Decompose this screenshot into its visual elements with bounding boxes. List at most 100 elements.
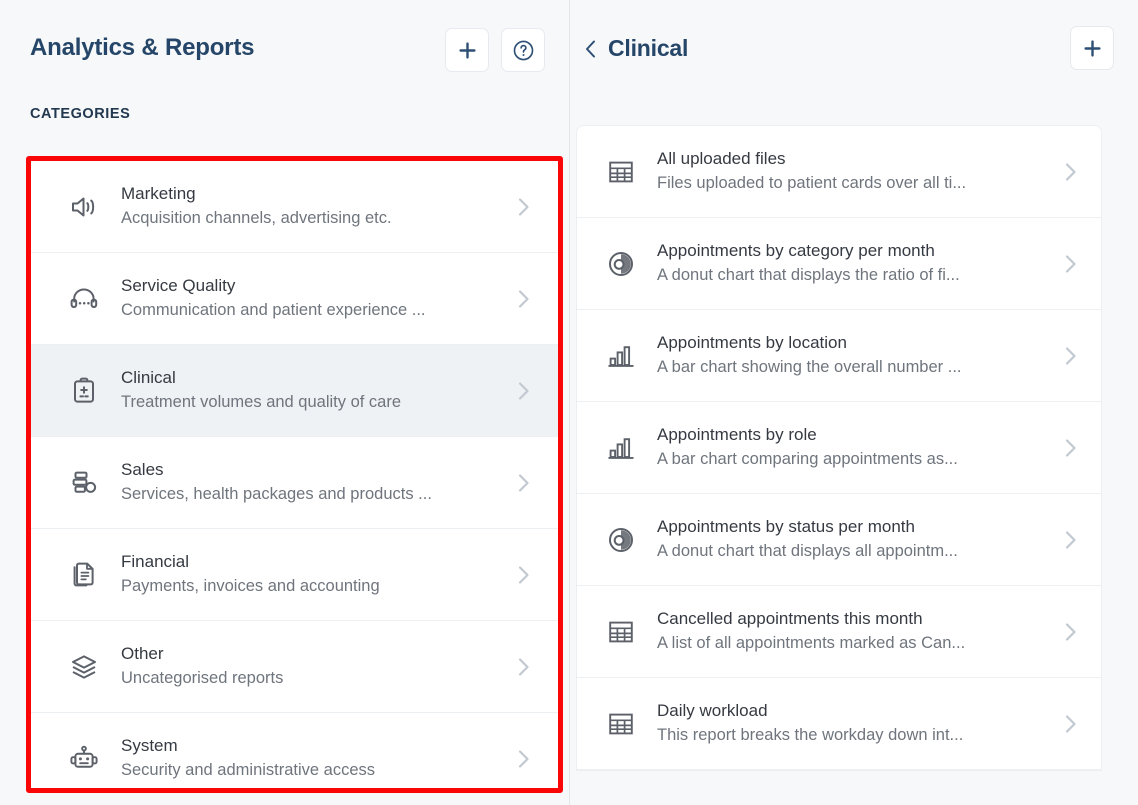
report-description: A donut chart that displays the ratio of…	[657, 263, 1057, 288]
category-item-marketing[interactable]: MarketingAcquisition channels, advertisi…	[31, 161, 558, 253]
category-text: MarketingAcquisition channels, advertisi…	[121, 182, 510, 231]
categories-list: MarketingAcquisition channels, advertisi…	[31, 161, 558, 788]
report-title: Daily workload	[657, 699, 1057, 723]
report-item[interactable]: Daily workloadThis report breaks the wor…	[577, 678, 1101, 770]
report-title: Appointments by location	[657, 331, 1057, 355]
category-item-system[interactable]: SystemSecurity and administrative access	[31, 713, 558, 788]
clipboard-medical-icon	[61, 376, 107, 406]
chevron-right-icon[interactable]	[1057, 343, 1083, 369]
category-text: FinancialPayments, invoices and accounti…	[121, 550, 510, 599]
left-panel-header: Analytics & Reports	[0, 0, 569, 100]
category-description: Services, health packages and products .…	[121, 482, 510, 507]
category-item-sales[interactable]: SalesServices, health packages and produ…	[31, 437, 558, 529]
report-description: This report breaks the workday down int.…	[657, 723, 1057, 748]
report-text: Cancelled appointments this monthA list …	[657, 607, 1057, 656]
report-item[interactable]: Appointments by status per monthA donut …	[577, 494, 1101, 586]
page-title: Analytics & Reports	[30, 26, 254, 70]
category-item-clinical[interactable]: ClinicalTreatment volumes and quality of…	[31, 345, 558, 437]
help-button[interactable]	[501, 28, 545, 72]
report-title: All uploaded files	[657, 147, 1057, 171]
chevron-left-icon	[584, 37, 597, 59]
chevron-right-icon[interactable]	[1057, 711, 1083, 737]
reports-panel-title: Clinical	[608, 26, 688, 70]
chevron-right-icon[interactable]	[510, 286, 536, 312]
category-description: Payments, invoices and accounting	[121, 574, 510, 599]
report-title: Cancelled appointments this month	[657, 607, 1057, 631]
report-item[interactable]: Appointments by locationA bar chart show…	[577, 310, 1101, 402]
sales-tag-icon	[61, 468, 107, 498]
category-text: SystemSecurity and administrative access	[121, 734, 510, 783]
category-text: Service QualityCommunication and patient…	[121, 274, 510, 323]
donut-chart-icon	[599, 526, 643, 554]
categories-panel: Analytics & Reports	[0, 0, 570, 805]
report-item[interactable]: Appointments by roleA bar chart comparin…	[577, 402, 1101, 494]
report-text: Appointments by roleA bar chart comparin…	[657, 423, 1057, 472]
right-panel-header: Clinical	[570, 0, 1138, 100]
reports-list: All uploaded filesFiles uploaded to pati…	[577, 126, 1101, 770]
documents-icon	[61, 560, 107, 590]
table-icon	[599, 710, 643, 738]
reports-panel: Clinical All uploaded filesFiles uploade…	[570, 0, 1138, 805]
plus-icon	[458, 41, 477, 60]
report-text: Appointments by locationA bar chart show…	[657, 331, 1057, 380]
report-description: Files uploaded to patient cards over all…	[657, 171, 1057, 196]
category-description: Treatment volumes and quality of care	[121, 390, 510, 415]
category-description: Communication and patient experience ...	[121, 298, 510, 323]
category-title: Sales	[121, 458, 510, 482]
chevron-right-icon[interactable]	[510, 378, 536, 404]
chevron-right-icon[interactable]	[1057, 251, 1083, 277]
category-title: Service Quality	[121, 274, 510, 298]
add-category-button[interactable]	[445, 28, 489, 72]
category-title: Financial	[121, 550, 510, 574]
bar-chart-icon	[599, 342, 643, 370]
report-item[interactable]: Appointments by category per monthA donu…	[577, 218, 1101, 310]
robot-icon	[61, 744, 107, 774]
report-description: A list of all appointments marked as Can…	[657, 631, 1057, 656]
category-description: Uncategorised reports	[121, 666, 510, 691]
category-item-financial[interactable]: FinancialPayments, invoices and accounti…	[31, 529, 558, 621]
report-title: Appointments by status per month	[657, 515, 1057, 539]
category-description: Acquisition channels, advertising etc.	[121, 206, 510, 231]
report-text: Appointments by category per monthA donu…	[657, 239, 1057, 288]
analytics-reports-screen: Analytics & Reports	[0, 0, 1138, 805]
table-icon	[599, 158, 643, 186]
report-item[interactable]: Cancelled appointments this monthA list …	[577, 586, 1101, 678]
report-title: Appointments by role	[657, 423, 1057, 447]
header-actions	[445, 26, 545, 72]
speaker-icon	[61, 192, 107, 222]
category-title: Clinical	[121, 366, 510, 390]
chevron-right-icon[interactable]	[510, 654, 536, 680]
category-text: SalesServices, health packages and produ…	[121, 458, 510, 507]
chevron-right-icon[interactable]	[510, 194, 536, 220]
categories-section-label: CATEGORIES	[0, 100, 569, 122]
chevron-right-icon[interactable]	[1057, 527, 1083, 553]
chevron-right-icon[interactable]	[1057, 159, 1083, 185]
chevron-right-icon[interactable]	[510, 470, 536, 496]
category-description: Security and administrative access	[121, 758, 510, 783]
category-text: OtherUncategorised reports	[121, 642, 510, 691]
chevron-right-icon[interactable]	[510, 746, 536, 772]
chevron-right-icon[interactable]	[510, 562, 536, 588]
report-description: A bar chart comparing appointments as...	[657, 447, 1057, 472]
back-to-categories[interactable]: Clinical	[570, 26, 688, 70]
category-title: Other	[121, 642, 510, 666]
table-icon	[599, 618, 643, 646]
layers-icon	[61, 652, 107, 682]
report-title: Appointments by category per month	[657, 239, 1057, 263]
category-item-service-quality[interactable]: Service QualityCommunication and patient…	[31, 253, 558, 345]
chevron-right-icon[interactable]	[1057, 619, 1083, 645]
report-description: A donut chart that displays all appointm…	[657, 539, 1057, 564]
category-item-other[interactable]: OtherUncategorised reports	[31, 621, 558, 713]
report-text: All uploaded filesFiles uploaded to pati…	[657, 147, 1057, 196]
report-item[interactable]: All uploaded filesFiles uploaded to pati…	[577, 126, 1101, 218]
add-report-button[interactable]	[1070, 26, 1114, 70]
category-title: Marketing	[121, 182, 510, 206]
category-title: System	[121, 734, 510, 758]
question-circle-icon	[512, 39, 535, 62]
chevron-right-icon[interactable]	[1057, 435, 1083, 461]
bar-chart-icon	[599, 434, 643, 462]
report-text: Daily workloadThis report breaks the wor…	[657, 699, 1057, 748]
report-text: Appointments by status per monthA donut …	[657, 515, 1057, 564]
donut-chart-icon	[599, 250, 643, 278]
headset-icon	[61, 284, 107, 314]
